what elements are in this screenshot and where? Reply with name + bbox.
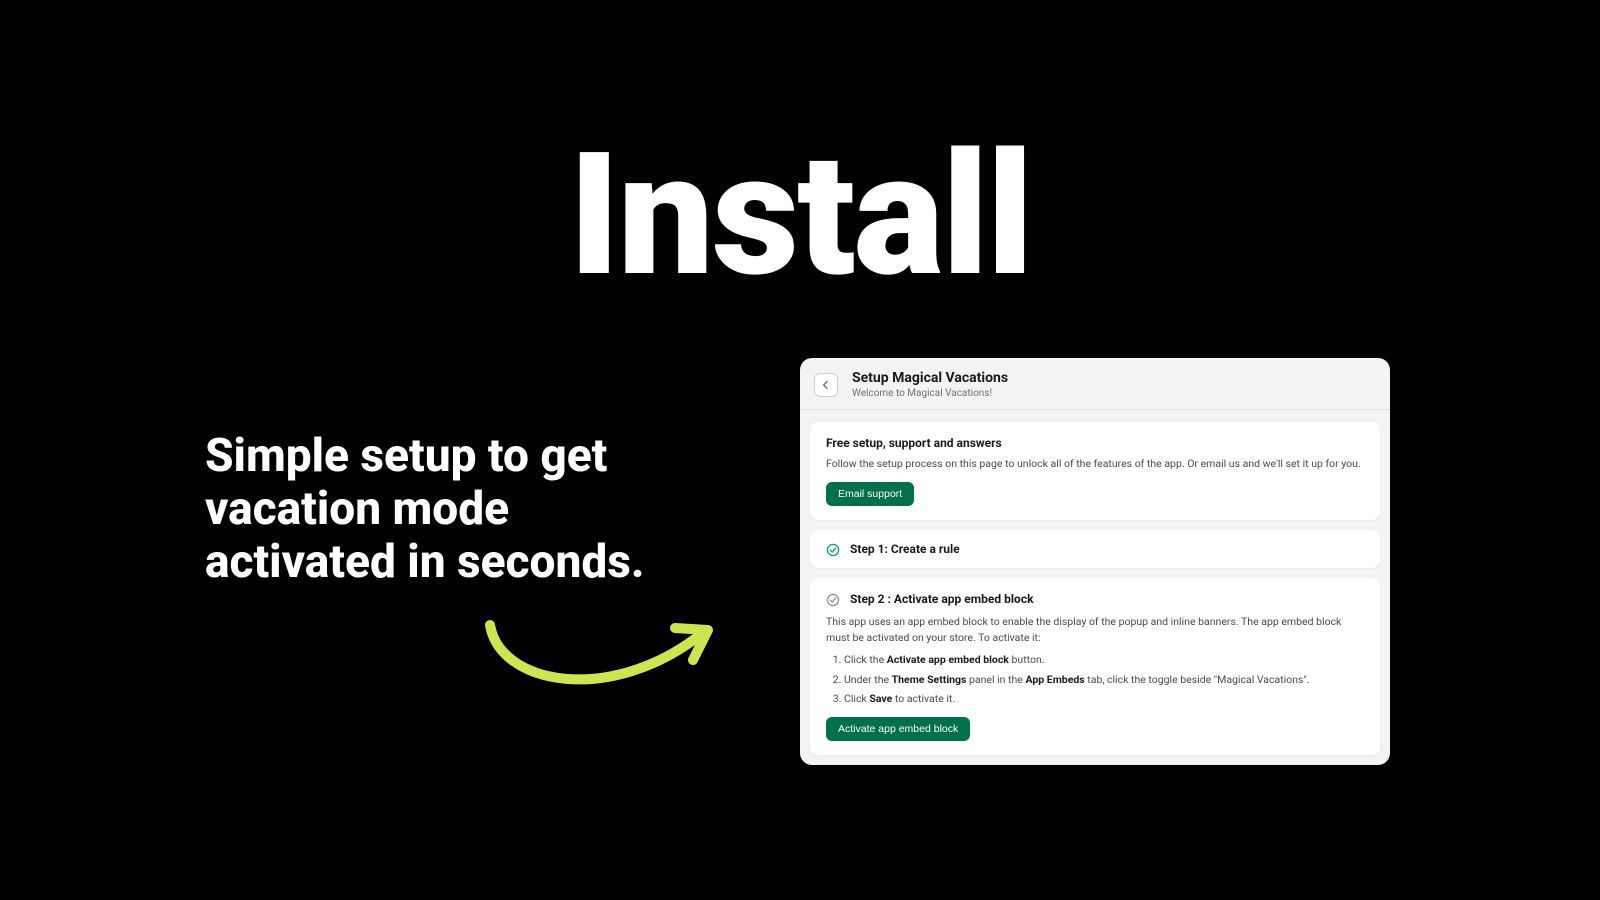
setup-panel: Setup Magical Vacations Welcome to Magic… xyxy=(800,358,1390,765)
step2-list-item-2: Under the Theme Settings panel in the Ap… xyxy=(844,672,1364,688)
hero-title: Install xyxy=(0,115,1600,315)
step2-title: Step 2 : Activate app embed block xyxy=(850,592,1034,606)
support-card-title: Free setup, support and answers xyxy=(826,436,1364,450)
step1-card[interactable]: Step 1: Create a rule xyxy=(810,530,1380,568)
support-card: Free setup, support and answers Follow t… xyxy=(810,422,1380,520)
panel-body: Free setup, support and answers Follow t… xyxy=(800,410,1390,765)
panel-header-text: Setup Magical Vacations Welcome to Magic… xyxy=(852,370,1008,399)
step2-card: Step 2 : Activate app embed block This a… xyxy=(810,578,1380,755)
activate-app-embed-button[interactable]: Activate app embed block xyxy=(826,717,970,741)
circle-outline-icon xyxy=(826,592,840,606)
step2-list-item-3: Click Save to activate it. xyxy=(844,691,1364,707)
panel-header: Setup Magical Vacations Welcome to Magic… xyxy=(800,358,1390,410)
step2-list-item-1: Click the Activate app embed block butto… xyxy=(844,652,1364,668)
step2-header: Step 2 : Activate app embed block xyxy=(826,592,1364,606)
marketing-slide: Install Simple setup to get vacation mod… xyxy=(0,0,1600,900)
arrow-left-icon xyxy=(820,379,832,391)
step1-header: Step 1: Create a rule xyxy=(826,542,1364,556)
arrow-icon xyxy=(480,610,730,714)
check-circle-icon xyxy=(826,542,840,556)
step1-title: Step 1: Create a rule xyxy=(850,542,960,556)
step2-body: This app uses an app embed block to enab… xyxy=(826,614,1364,741)
panel-title: Setup Magical Vacations xyxy=(852,370,1008,386)
panel-subtitle: Welcome to Magical Vacations! xyxy=(852,388,1008,399)
step2-list: Click the Activate app embed block butto… xyxy=(844,652,1364,707)
email-support-button[interactable]: Email support xyxy=(826,482,914,506)
hero-tagline: Simple setup to get vacation mode activa… xyxy=(205,430,685,589)
step2-intro: This app uses an app embed block to enab… xyxy=(826,614,1364,647)
back-button[interactable] xyxy=(814,373,838,397)
support-card-text: Follow the setup process on this page to… xyxy=(826,456,1364,472)
